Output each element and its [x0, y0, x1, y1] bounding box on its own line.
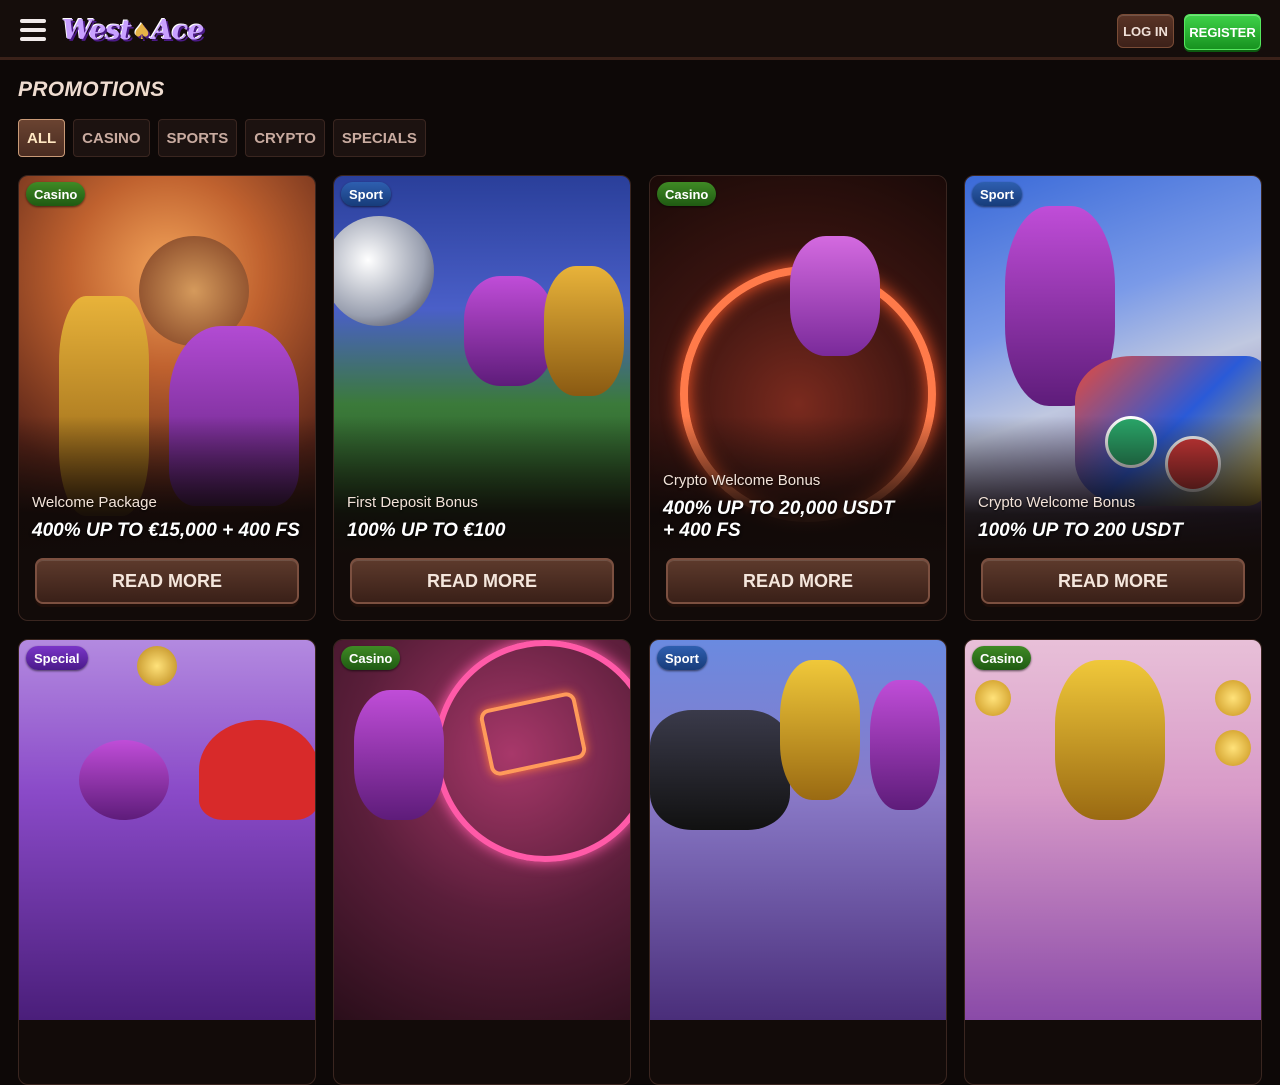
read-more-button[interactable]: READ MORE: [981, 558, 1245, 604]
promo-card-casino-2[interactable]: Casino: [333, 639, 631, 1085]
promo-card-casino-3[interactable]: Casino: [964, 639, 1262, 1085]
promo-card-crypto-welcome[interactable]: Casino Crypto Welcome Bonus 400% UP TO 2…: [649, 175, 947, 621]
category-badge: Sport: [972, 182, 1022, 206]
promo-card-sport-2[interactable]: Sport: [649, 639, 947, 1085]
filter-sports[interactable]: SPORTS: [157, 119, 238, 157]
promo-subtitle: Welcome Package: [32, 494, 157, 511]
promo-subtitle: First Deposit Bonus: [347, 494, 478, 511]
page-title: PROMOTIONS: [18, 78, 165, 101]
promo-image: [19, 640, 315, 1020]
promo-image: [965, 640, 1261, 1020]
register-button[interactable]: REGISTER: [1184, 14, 1261, 50]
login-button[interactable]: LOG IN: [1117, 14, 1174, 48]
category-badge: Special: [26, 646, 88, 670]
category-badge: Sport: [657, 646, 707, 670]
filter-casino[interactable]: CASINO: [73, 119, 150, 157]
read-more-button[interactable]: READ MORE: [35, 558, 299, 604]
site-logo[interactable]: West♠Ace: [62, 10, 204, 50]
category-badge: Casino: [341, 646, 401, 670]
top-header: West♠Ace LOG IN REGISTER: [0, 0, 1280, 60]
promo-subtitle: Crypto Welcome Bonus: [978, 494, 1136, 511]
promo-filter-bar: ALL CASINO SPORTS CRYPTO SPECIALS: [18, 119, 426, 157]
category-badge: Casino: [657, 182, 717, 206]
category-badge: Casino: [972, 646, 1032, 670]
filter-crypto[interactable]: CRYPTO: [245, 119, 325, 157]
filter-all[interactable]: ALL: [18, 119, 66, 157]
promo-card-first-deposit[interactable]: Sport First Deposit Bonus 100% UP TO €10…: [333, 175, 631, 621]
logo-text: West♠Ace: [62, 14, 204, 46]
promo-title: 400% UP TO 20,000 USDT + 400 FS: [663, 498, 895, 541]
promo-title: 400% UP TO €15,000 + 400 FS: [32, 520, 300, 541]
promo-title: 100% UP TO €100: [347, 520, 506, 541]
promo-image: [650, 640, 946, 1020]
menu-icon[interactable]: [20, 19, 46, 41]
filter-specials[interactable]: SPECIALS: [332, 119, 426, 157]
promo-image: [334, 640, 630, 1020]
promo-card-crypto-sport[interactable]: Sport Crypto Welcome Bonus 100% UP TO 20…: [964, 175, 1262, 621]
read-more-button[interactable]: READ MORE: [666, 558, 930, 604]
read-more-button[interactable]: READ MORE: [350, 558, 614, 604]
promo-card-special[interactable]: Special: [18, 639, 316, 1085]
promo-card-welcome-package[interactable]: Casino Welcome Package 400% UP TO €15,00…: [18, 175, 316, 621]
promo-subtitle: Crypto Welcome Bonus: [663, 472, 821, 489]
promo-title: 100% UP TO 200 USDT: [978, 520, 1183, 541]
category-badge: Casino: [26, 182, 86, 206]
category-badge: Sport: [341, 182, 391, 206]
